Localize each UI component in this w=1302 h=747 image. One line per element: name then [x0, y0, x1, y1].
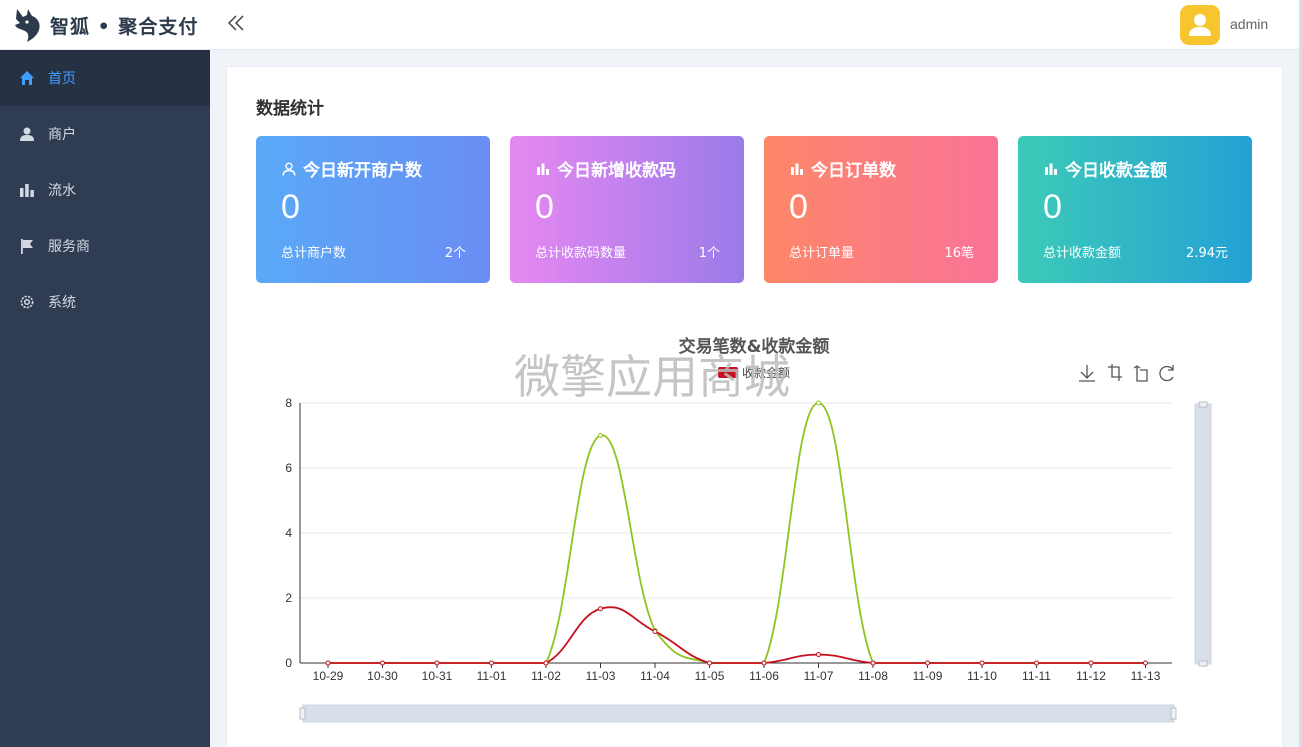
zoom-reset-icon[interactable] — [1134, 366, 1147, 381]
x-tick-label: 11-03 — [586, 669, 616, 683]
x-tick-label: 11-02 — [531, 669, 561, 683]
refresh-icon[interactable] — [1160, 365, 1173, 380]
x-tick-label: 11-13 — [1131, 669, 1161, 683]
x-tick-label: 10-31 — [422, 669, 453, 683]
data-point[interactable] — [762, 661, 766, 665]
x-tick-label: 10-29 — [313, 669, 344, 683]
x-tick-label: 11-07 — [804, 669, 834, 683]
data-point[interactable] — [544, 661, 548, 665]
x-zoom-slider[interactable] — [300, 705, 1176, 722]
y-tick-label: 2 — [285, 591, 292, 605]
zoom-icon[interactable] — [1108, 364, 1122, 381]
x-tick-label: 11-01 — [477, 669, 507, 683]
transactions-chart: 交易笔数&收款金额 收款金额 微擎应用商城 02468 10-2910-3010… — [0, 0, 1302, 747]
y-tick-label: 8 — [285, 396, 292, 410]
y-zoom-slider[interactable] — [1195, 402, 1211, 666]
x-zoom-handle-right[interactable] — [1171, 708, 1176, 719]
data-point[interactable] — [381, 661, 385, 665]
x-tick-label: 11-12 — [1076, 669, 1106, 683]
data-point[interactable] — [653, 629, 657, 633]
data-point[interactable] — [1035, 661, 1039, 665]
data-point[interactable] — [490, 661, 494, 665]
data-point[interactable] — [871, 661, 875, 665]
x-tick-label: 11-04 — [640, 669, 670, 683]
chart-grid — [300, 403, 1172, 663]
y-tick-label: 0 — [285, 656, 292, 670]
x-tick-label: 11-08 — [858, 669, 888, 683]
watermark-text: 微擎应用商城 — [514, 350, 790, 404]
data-point[interactable] — [599, 607, 603, 611]
data-point[interactable] — [817, 401, 821, 405]
x-axis: 10-29 10-30 10-31 11-01 11-02 11-03 11-04 11-05… — [300, 663, 1172, 683]
x-tick-label: 11-10 — [967, 669, 997, 683]
data-point[interactable] — [599, 434, 603, 438]
data-point[interactable] — [1144, 661, 1148, 665]
y-axis: 0 2 4 6 8 — [285, 396, 300, 670]
y-zoom-handle-top[interactable] — [1199, 402, 1207, 407]
data-point[interactable] — [708, 661, 712, 665]
x-tick-label: 10-30 — [367, 669, 398, 683]
data-point[interactable] — [817, 653, 821, 657]
series-line — [328, 607, 1146, 663]
data-point[interactable] — [326, 661, 330, 665]
x-tick-label: 11-11 — [1022, 669, 1051, 683]
x-tick-label: 11-05 — [695, 669, 725, 683]
y-tick-label: 4 — [285, 526, 292, 540]
data-point[interactable] — [926, 661, 930, 665]
data-point[interactable] — [1089, 661, 1093, 665]
x-tick-label: 11-06 — [749, 669, 779, 683]
x-zoom-handle-left[interactable] — [300, 708, 305, 719]
y-tick-label: 6 — [285, 461, 292, 475]
data-point[interactable] — [435, 661, 439, 665]
data-point[interactable] — [980, 661, 984, 665]
x-tick-label: 11-09 — [913, 669, 943, 683]
download-icon[interactable] — [1079, 365, 1095, 381]
y-zoom-handle-bottom[interactable] — [1199, 661, 1207, 666]
